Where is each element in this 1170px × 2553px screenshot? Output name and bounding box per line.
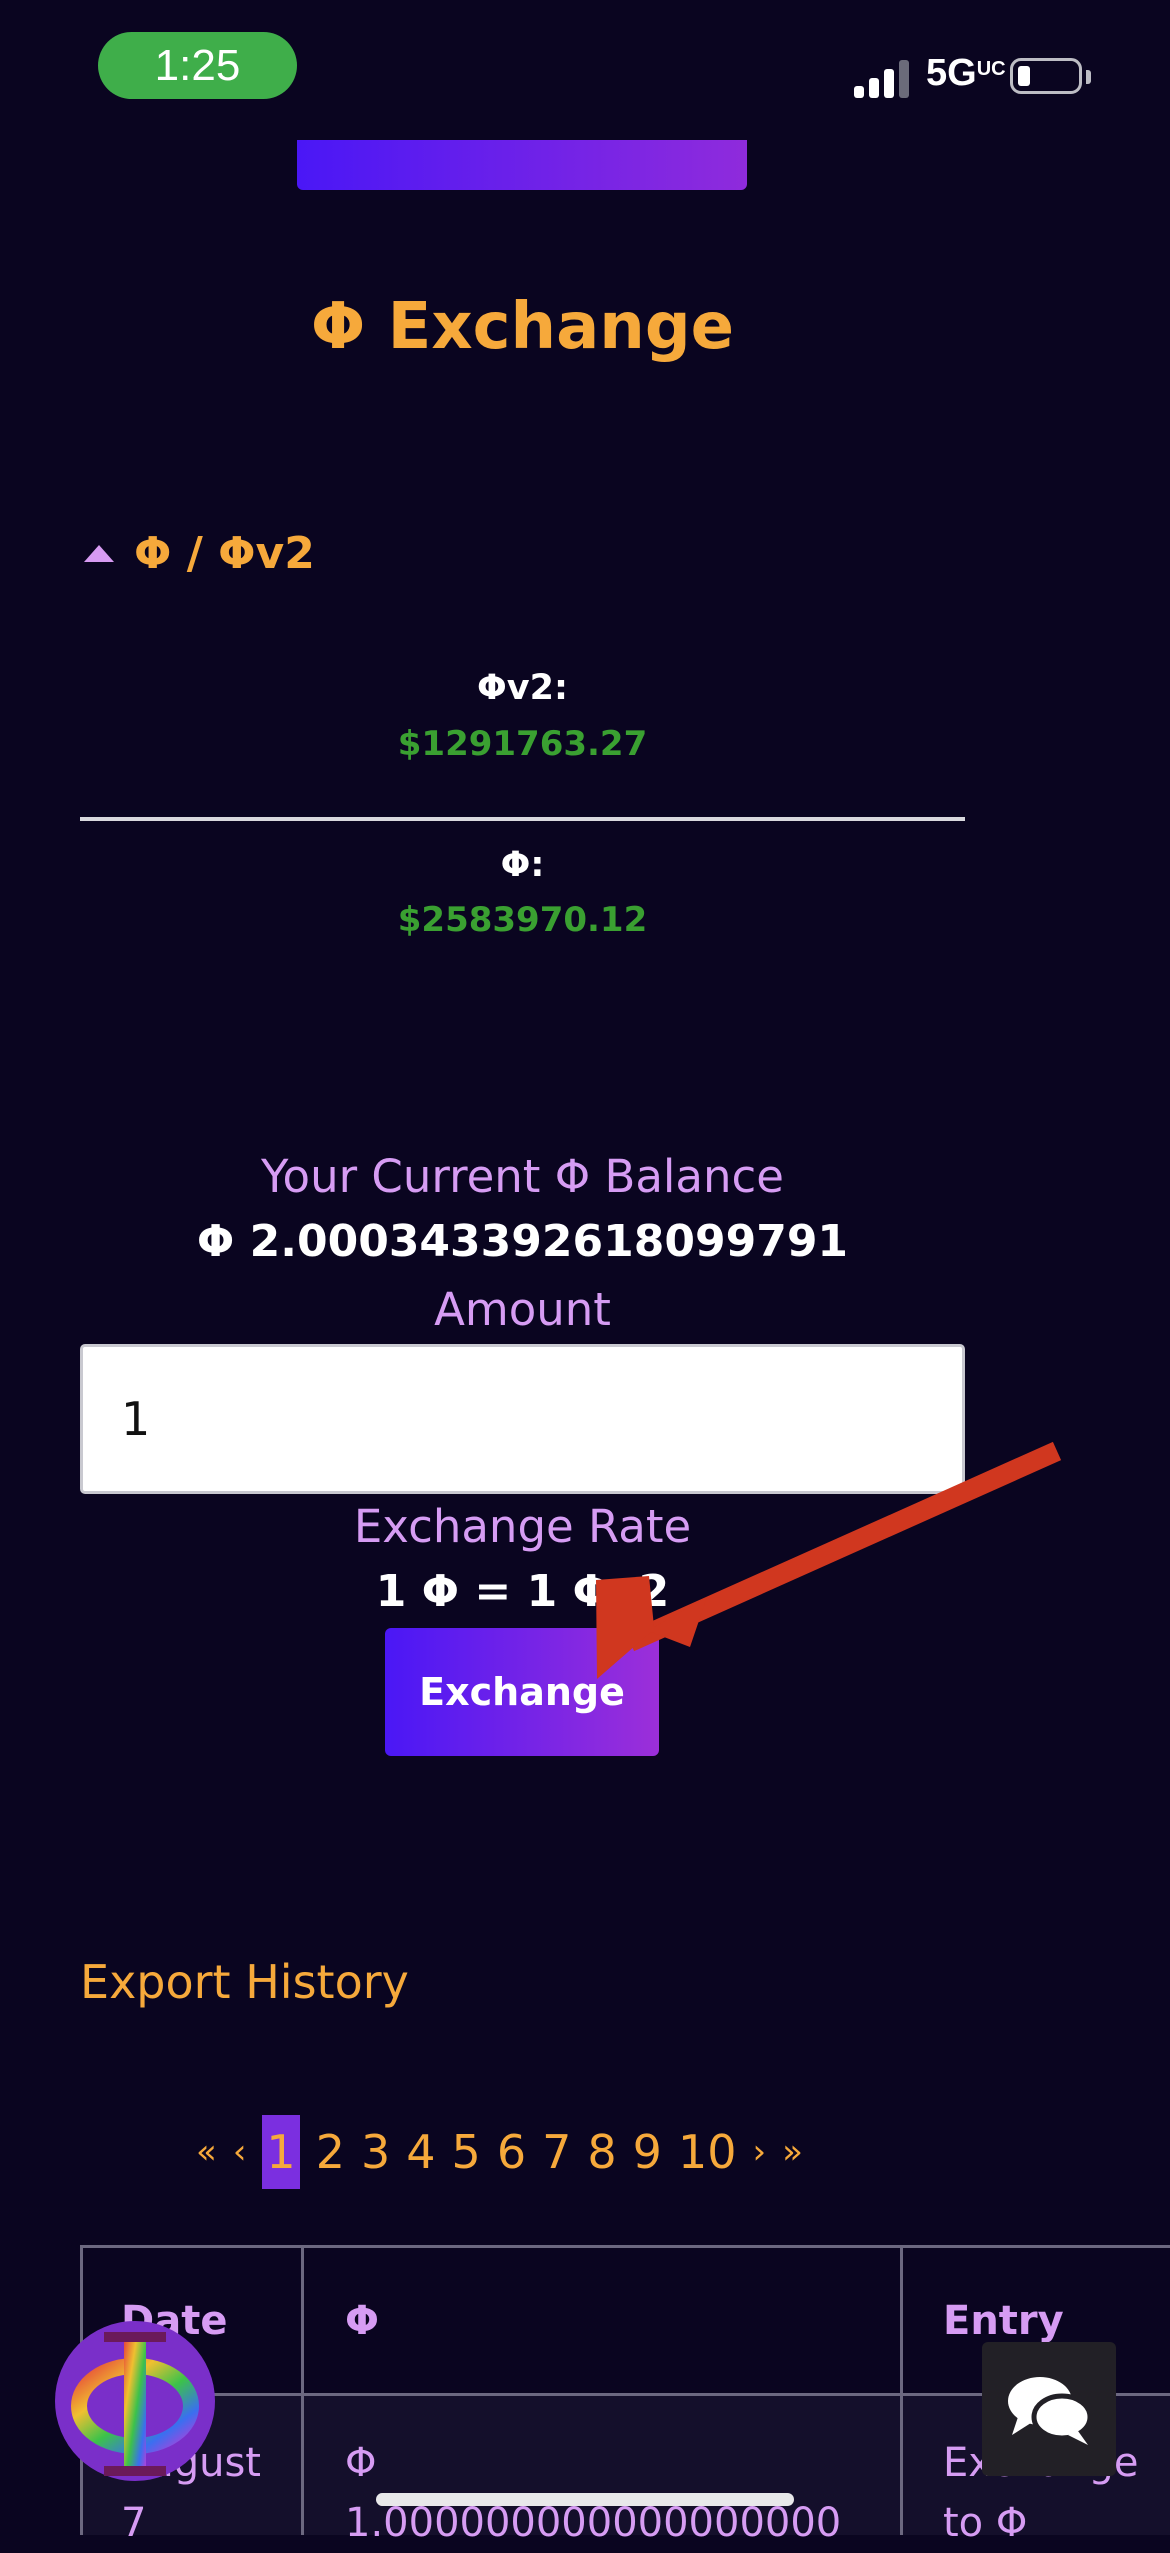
balance-label: Your Current Φ Balance [261,1150,784,1203]
phiv2-value: $1291763.27 [397,724,648,764]
chat-button[interactable] [982,2342,1116,2476]
phi-logo-icon[interactable] [52,2318,218,2484]
amount-label: Amount [434,1283,611,1336]
column-header-entry: Entry [943,2298,1064,2344]
pagination: « ‹ 1 2 3 4 5 6 7 8 9 10 › » [196,2115,819,2189]
battery-tip [1086,70,1091,84]
page-2[interactable]: 2 [316,2115,345,2189]
phi-label: Φ: [500,845,545,885]
status-time: 1:25 [98,32,297,99]
chat-bubbles-icon [1008,2377,1093,2445]
phi-value: $2583970.12 [397,900,648,940]
balance-value: Φ 2.000343392618099791 [196,1216,849,1267]
pair-section-toggle[interactable]: Φ / Φv2 [84,528,315,579]
exchange-button[interactable]: Exchange [385,1628,659,1756]
page-1[interactable]: 1 [262,2115,300,2189]
exchange-rate-label: Exchange Rate [353,1500,692,1553]
export-history-link[interactable]: Export History [80,1955,409,2009]
page-7[interactable]: 7 [542,2115,571,2189]
battery-icon [1010,58,1082,94]
page-prev[interactable]: ‹ [233,2115,247,2189]
phiv2-label: Φv2: [477,668,568,708]
page-8[interactable]: 8 [587,2115,616,2189]
exchange-rate-value: 1 Φ = 1 Φv2 [375,1566,670,1617]
page-next[interactable]: › [753,2115,767,2189]
divider [80,817,965,821]
page-9[interactable]: 9 [633,2115,662,2189]
page-3[interactable]: 3 [361,2115,390,2189]
page-4[interactable]: 4 [406,2115,435,2189]
page-last[interactable]: » [782,2115,803,2189]
page-first[interactable]: « [196,2115,217,2189]
page-title: Φ Exchange [310,290,735,364]
network-indicator: 5GUC [926,52,1006,94]
top-action-button[interactable] [297,140,747,190]
page-10[interactable]: 10 [678,2115,737,2189]
caret-up-icon [84,545,114,562]
signal-strength-icon [854,60,914,98]
pair-section-label: Φ / Φv2 [134,528,315,579]
page-5[interactable]: 5 [452,2115,481,2189]
column-header-phi: Φ [345,2298,380,2344]
page-6[interactable]: 6 [497,2115,526,2189]
home-indicator [376,2493,794,2506]
amount-input[interactable] [80,1344,965,1494]
